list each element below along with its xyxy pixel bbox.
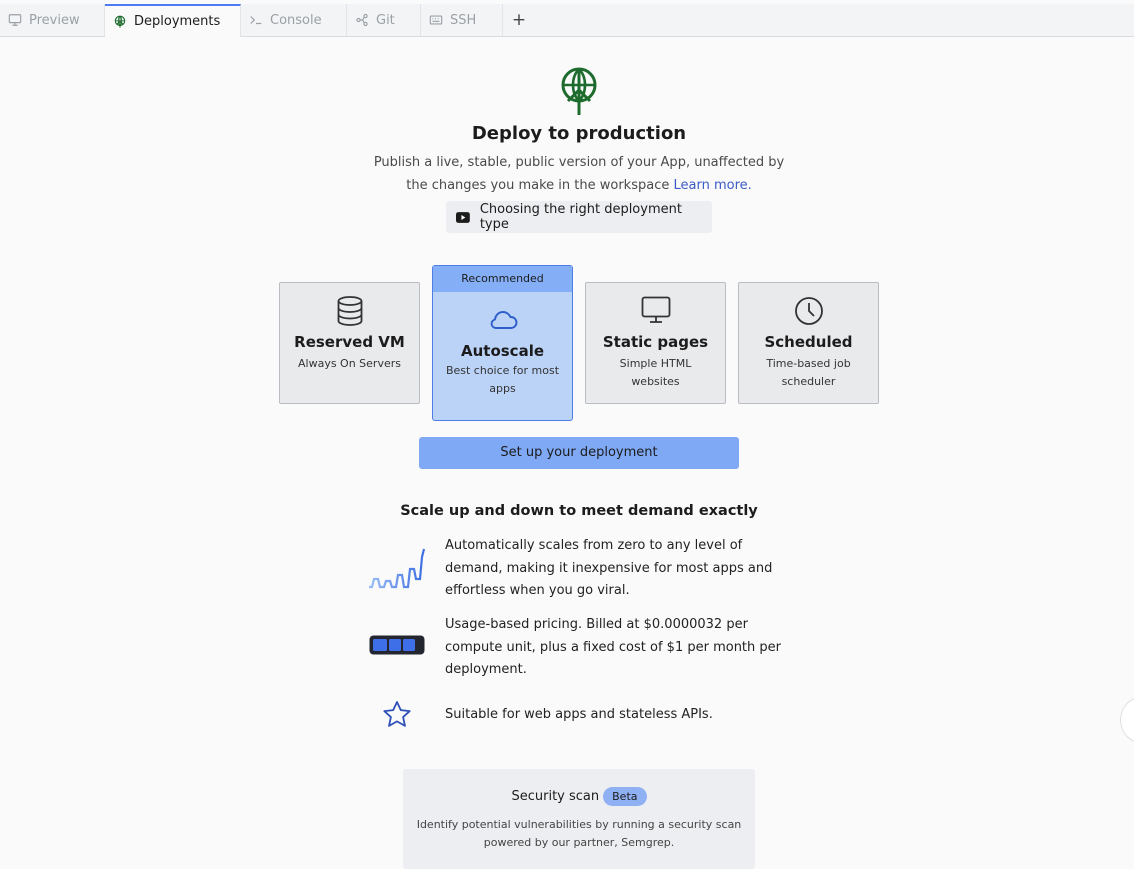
clock-icon: [794, 297, 823, 325]
tab-label: Console: [270, 12, 322, 28]
tab-label: Git: [376, 12, 395, 28]
card-description: Best choice for most apps: [445, 364, 560, 395]
monitor-icon: [641, 296, 670, 323]
tab-ssh[interactable]: SSH: [421, 4, 503, 36]
deploy-globe-icon: [114, 15, 126, 28]
features-heading: Scale up and down to meet demand exactly: [400, 503, 758, 519]
card-autoscale[interactable]: Recommended Autoscale Best choice for mo…: [432, 265, 573, 421]
tab-bar: Preview Deployments Console Git SSH +: [0, 4, 1134, 37]
deployment-type-video-button[interactable]: Choosing the right deployment type: [446, 201, 712, 233]
card-description: Simple HTML websites: [619, 357, 692, 388]
feature-text: Suitable for web apps and stateless APIs…: [445, 707, 713, 722]
floating-help-button[interactable]: [1120, 697, 1134, 743]
video-button-label: Choosing the right deployment type: [479, 202, 682, 232]
database-icon: [337, 296, 362, 326]
page-title: Deploy to production: [471, 123, 687, 144]
security-scan-title: Security scan: [511, 789, 600, 804]
beta-badge: Beta: [603, 787, 647, 806]
setup-deployment-button[interactable]: Set up your deployment: [419, 437, 739, 469]
card-title: Reserved VM: [294, 333, 405, 351]
tab-git[interactable]: Git: [347, 4, 421, 36]
card-title: Static pages: [602, 333, 709, 351]
cloud-icon: [490, 311, 517, 329]
scaling-graph-icon: [369, 548, 426, 589]
star-icon: [383, 701, 411, 727]
tab-preview[interactable]: Preview: [0, 4, 105, 36]
card-title: Scheduled: [764, 333, 853, 351]
tab-console[interactable]: Console: [241, 4, 347, 36]
page-subtitle: Publish a live, stable, public version o…: [373, 152, 785, 197]
feature-text: Usage-based pricing. Billed at $0.000003…: [445, 617, 781, 677]
tab-label: SSH: [450, 12, 477, 28]
recommended-badge: Recommended: [433, 266, 572, 292]
tab-label: Deployments: [134, 14, 221, 29]
card-static-pages[interactable]: Static pages Simple HTML websites: [585, 282, 726, 404]
terminal-icon: [250, 16, 262, 25]
security-scan-description: Identify potential vulnerabilities by ru…: [416, 818, 742, 849]
security-scan-title-row: Security scan Beta: [403, 787, 755, 806]
card-title: Autoscale: [460, 342, 545, 360]
tab-label: Preview: [29, 12, 80, 28]
learn-more-link[interactable]: Learn more.: [673, 178, 751, 193]
card-description: Always On Servers: [298, 357, 401, 370]
add-tab-button[interactable]: +: [503, 4, 535, 36]
video-play-icon: [456, 211, 470, 223]
git-branch-icon: [356, 13, 368, 27]
card-reserved-vm[interactable]: Reserved VM Always On Servers: [279, 282, 420, 404]
keyboard-icon: [429, 15, 443, 25]
security-scan-panel: Security scan Beta Identify potential vu…: [403, 769, 755, 869]
card-scheduled[interactable]: Scheduled Time-based job scheduler: [738, 282, 879, 404]
tab-deployments[interactable]: Deployments: [105, 4, 241, 37]
pricing-battery-icon: [369, 635, 425, 655]
card-description: Time-based job scheduler: [766, 357, 851, 388]
monitor-icon: [8, 14, 22, 26]
deploy-globe-logo-icon: [561, 67, 597, 115]
feature-text: Automatically scales from zero to any le…: [445, 538, 773, 598]
